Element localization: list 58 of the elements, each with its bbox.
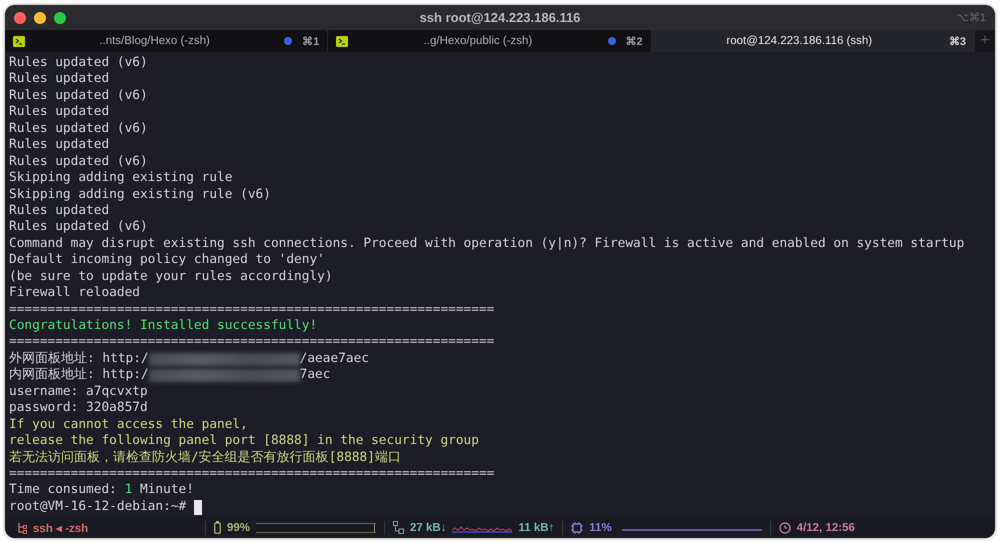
network-icon [393, 521, 404, 534]
close-button[interactable] [14, 12, 26, 24]
terminal-line: If you cannot access the panel, [9, 416, 248, 434]
terminal-line: Rules updated (v6) [9, 219, 148, 236]
clock-time: 4/12, 12:56 [796, 522, 855, 534]
terminal-line: Rules updated [9, 104, 110, 121]
upload-rate: 11 kB↑ [518, 522, 554, 534]
terminal-line: Default incoming policy changed to 'deny' [9, 252, 325, 269]
terminal-line: username: a7qcvxtp [9, 384, 148, 400]
cpu-icon [571, 522, 584, 534]
tab-label: ..g/Hexo/public (-zsh) [422, 35, 534, 47]
tab-shortcut: ⌘3 [948, 34, 966, 48]
terminal-icon [336, 36, 348, 46]
terminal-line: Rules updated (v6) [9, 55, 148, 72]
battery-icon [214, 521, 221, 534]
terminal-text: 外网面板地址: http:/ [9, 350, 149, 367]
tab[interactable]: root@124.223.186.116 (ssh) ⌘3 [652, 30, 975, 52]
terminal-line: Skipping adding existing rule [9, 170, 232, 187]
download-rate: 27 kB↓ [410, 522, 446, 534]
tab-shortcut: ⌘2 [626, 34, 643, 48]
terminal-text: /aeae7aec [300, 350, 369, 368]
terminal-line: Time consumed: 1 Minute! [9, 482, 194, 499]
terminal-line: Congratulations! Installed successfully! [9, 318, 318, 334]
terminal-text: 内网面板地址: http:/ [9, 367, 149, 384]
terminal-line: Skipping adding existing rule (v6) [9, 186, 271, 203]
text-cursor [194, 500, 202, 515]
tab-shortcut: ⌘1 [302, 34, 320, 48]
terminal-line: (be sure to update your rules accordingly) [9, 268, 333, 286]
terminal-line: Command may disrupt existing ssh connections. Proceed with operation (y|n)? Firewall is active and enabled on system startup [9, 236, 964, 252]
terminal-line: root@VM-16-12-debian:~# [9, 498, 188, 516]
terminal-line: Rules updated [9, 137, 110, 154]
terminal-line: release the following panel port [8888] in the security group [9, 433, 479, 450]
terminal-icon [13, 36, 25, 46]
battery-percent: 99% [227, 522, 250, 534]
terminal-text: 7aec [300, 367, 330, 384]
tab-label: root@124.223.186.116 (ssh) [725, 35, 874, 47]
terminal-line: Rules updated [9, 71, 110, 88]
window-shortcut: ⌥⌘1 [954, 11, 986, 24]
tab-label: ..nts/Blog/Hexo (-zsh) [98, 35, 211, 47]
terminal-line: Rules updated (v6) [9, 88, 148, 104]
tab[interactable]: ..g/Hexo/public (-zsh) ⌘2 [328, 30, 652, 52]
terminal-line: password: 320a857d [9, 400, 148, 417]
tree-icon [17, 522, 27, 534]
terminal-line: Firewall reloaded [9, 285, 140, 302]
terminal-line: Rules updated (v6) [9, 154, 148, 170]
zoom-button[interactable] [54, 12, 66, 24]
tab[interactable]: ..nts/Blog/Hexo (-zsh) ⌘1 [5, 30, 328, 52]
terminal-line: Rules updated (v6) [9, 120, 148, 138]
cpu-percent: 11% [589, 522, 612, 534]
terminal-line: =============================================================== [9, 466, 494, 482]
minimize-button[interactable] [34, 12, 46, 24]
terminal-line: 若无法访问面板，请检查防火墙/安全组是否有放行面板[8888]端口 [9, 450, 401, 466]
terminal-line: =============================================================== [9, 334, 494, 351]
job-label: ssh ◂ -zsh [33, 522, 88, 534]
terminal-line: =============================================================== [9, 302, 494, 318]
terminal-line: Rules updated [9, 202, 110, 220]
clock-icon [778, 522, 791, 534]
window-title: ssh root@124.223.186.116 [418, 10, 582, 25]
